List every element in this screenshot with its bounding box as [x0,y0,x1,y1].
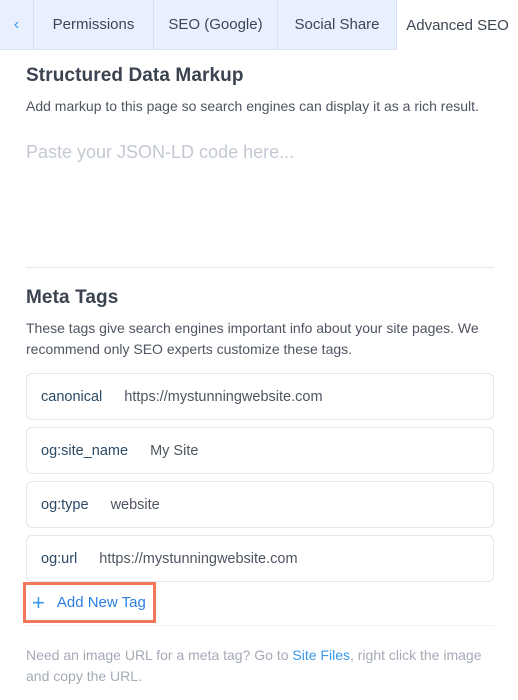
tab-advanced-seo[interactable]: Advanced SEO [397,0,518,50]
meta-tags-description: These tags give search engines important… [26,320,479,357]
meta-tag-name: canonical [41,388,103,405]
section-divider [26,267,494,268]
structured-data-title: Structured Data Markup [26,65,244,86]
meta-tag-name: og:site_name [41,442,129,459]
meta-tags-title: Meta Tags [26,287,119,308]
site-files-hint: Need an image URL for a meta tag? Go to … [26,645,494,687]
hint-text-before: Need an image URL for a meta tag? Go to [26,647,293,663]
json-ld-input[interactable] [26,142,494,252]
meta-tag-name: og:type [41,496,89,513]
meta-tag-value[interactable]: My Site [150,443,198,459]
tab-social-share[interactable]: Social Share [278,0,397,50]
tabs-back-button[interactable]: ‹ [0,0,34,50]
meta-tag-value[interactable]: website [111,497,160,513]
site-files-link[interactable]: Site Files [292,647,350,663]
chevron-left-icon: ‹ [13,15,20,33]
meta-tag-row[interactable]: og:url https://mystunningwebsite.com [26,535,494,582]
meta-tag-name: og:url [41,550,78,567]
structured-data-description: Add markup to this page so search engine… [26,98,479,114]
tab-permissions[interactable]: Permissions [34,0,154,50]
footer-divider [26,625,494,626]
meta-tag-row[interactable]: og:type website [26,481,494,528]
add-new-tag-label: Add New Tag [56,594,146,611]
meta-tag-value[interactable]: https://mystunningwebsite.com [99,551,297,567]
meta-tag-row[interactable]: canonical https://mystunningwebsite.com [26,373,494,420]
meta-tag-row[interactable]: og:site_name My Site [26,427,494,474]
add-new-tag-button[interactable]: + Add New Tag [23,582,156,623]
meta-tag-value[interactable]: https://mystunningwebsite.com [124,389,322,405]
tab-bar: ‹ Permissions SEO (Google) Social Share … [0,0,518,50]
tab-seo-google[interactable]: SEO (Google) [154,0,278,50]
plus-icon: + [32,589,45,615]
